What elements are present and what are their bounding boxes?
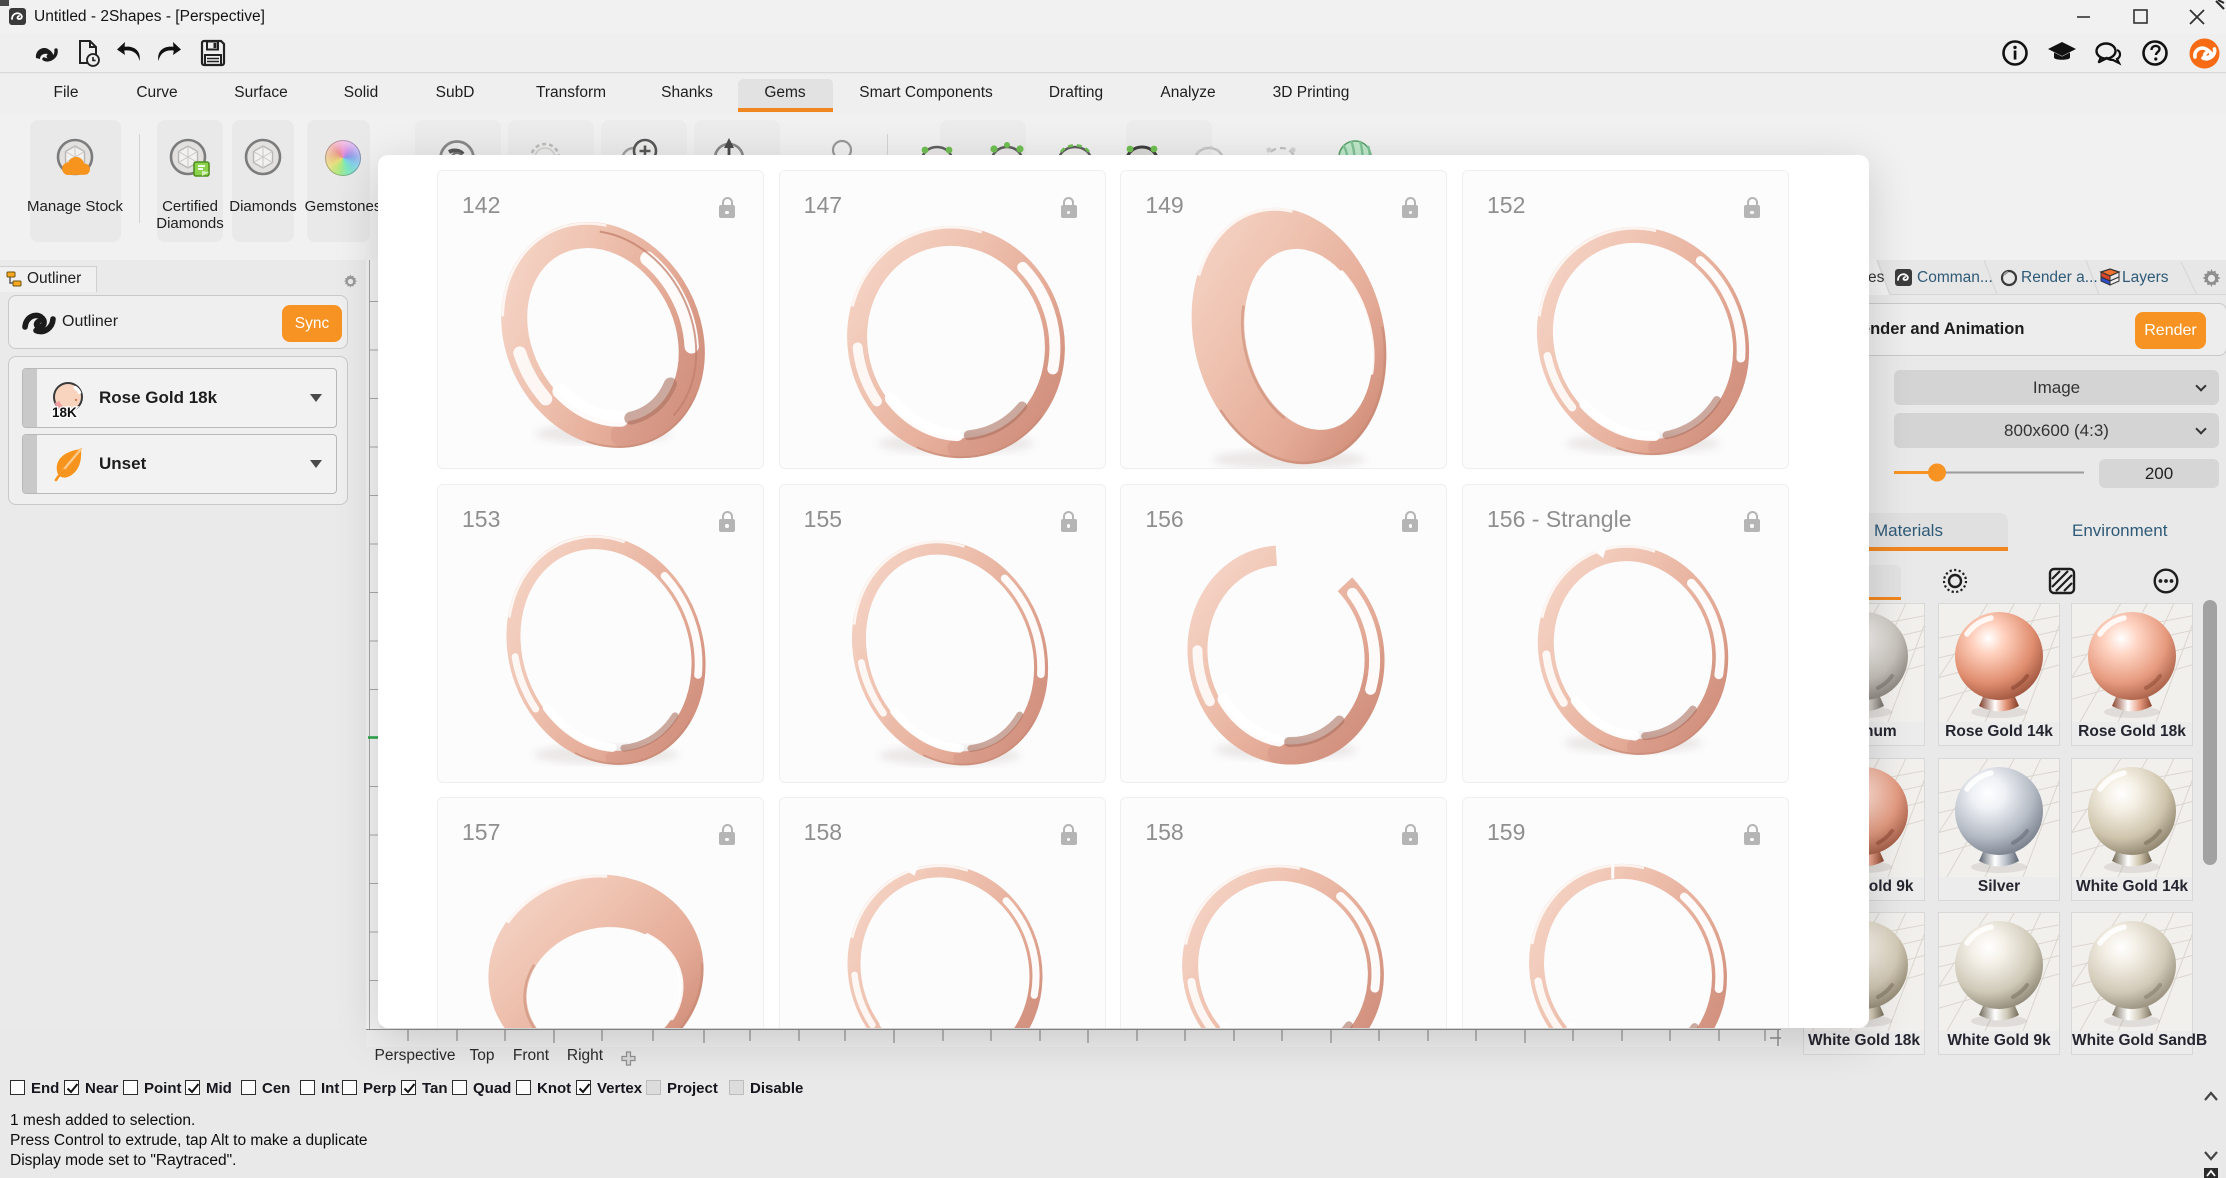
svg-text:18K: 18K bbox=[52, 405, 77, 420]
